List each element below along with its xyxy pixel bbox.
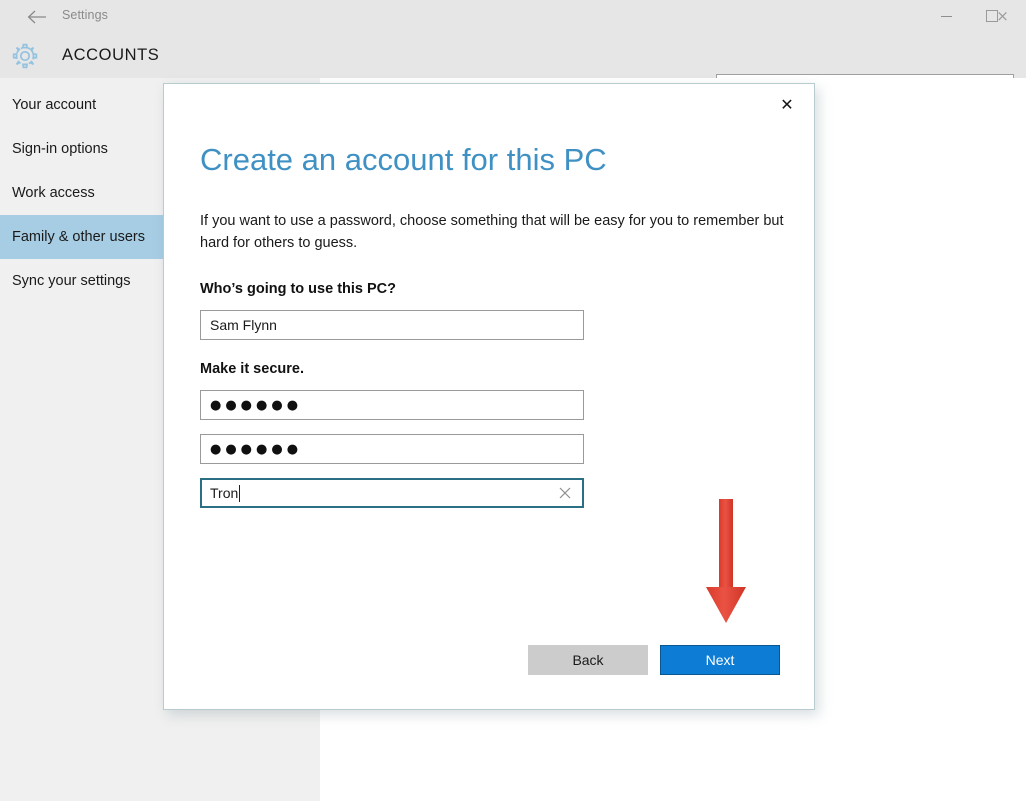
page-title: ACCOUNTS: [62, 46, 159, 65]
password-masked-value: ●●●●●●: [210, 399, 302, 412]
clear-x-icon[interactable]: [557, 485, 573, 501]
back-button[interactable]: Back: [528, 645, 648, 675]
dialog-close-icon[interactable]: ✕: [770, 90, 804, 120]
user-name-input[interactable]: Sam Flynn: [200, 310, 584, 340]
text-caret: [239, 485, 240, 502]
sidebar-item-label: Sync your settings: [12, 273, 130, 289]
settings-window: Settings ×: [0, 0, 1026, 801]
create-account-dialog: ✕ Create an account for this PC If you w…: [163, 83, 815, 710]
user-name-value: Sam Flynn: [210, 317, 277, 333]
dialog-title: Create an account for this PC: [200, 142, 607, 178]
make-it-secure-label: Make it secure.: [200, 361, 304, 377]
password-hint-value: Tron: [210, 485, 238, 501]
minimize-icon: [941, 16, 952, 17]
sidebar-item-label: Family & other users: [12, 229, 145, 245]
sidebar-item-label: Sign-in options: [12, 141, 108, 157]
password-hint-input[interactable]: Tron: [200, 478, 584, 508]
sidebar-item-label: Your account: [12, 97, 96, 113]
password-confirm-input[interactable]: ●●●●●●: [200, 434, 584, 464]
back-arrow-icon[interactable]: [24, 5, 50, 29]
title-bar: Settings ×: [0, 0, 1026, 34]
gear-icon: [10, 41, 40, 71]
dialog-description: If you want to use a password, choose so…: [200, 210, 785, 254]
password-confirm-masked-value: ●●●●●●: [210, 443, 302, 456]
sidebar-item-label: Work access: [12, 185, 95, 201]
minimize-button[interactable]: [924, 0, 969, 32]
page-header: ACCOUNTS: [0, 33, 1026, 78]
password-input[interactable]: ●●●●●●: [200, 390, 584, 420]
close-icon: ×: [996, 9, 1009, 24]
close-window-button[interactable]: ×: [979, 0, 1026, 32]
window-title: Settings: [62, 8, 108, 22]
next-button[interactable]: Next: [660, 645, 780, 675]
name-field-label: Who’s going to use this PC?: [200, 281, 396, 297]
